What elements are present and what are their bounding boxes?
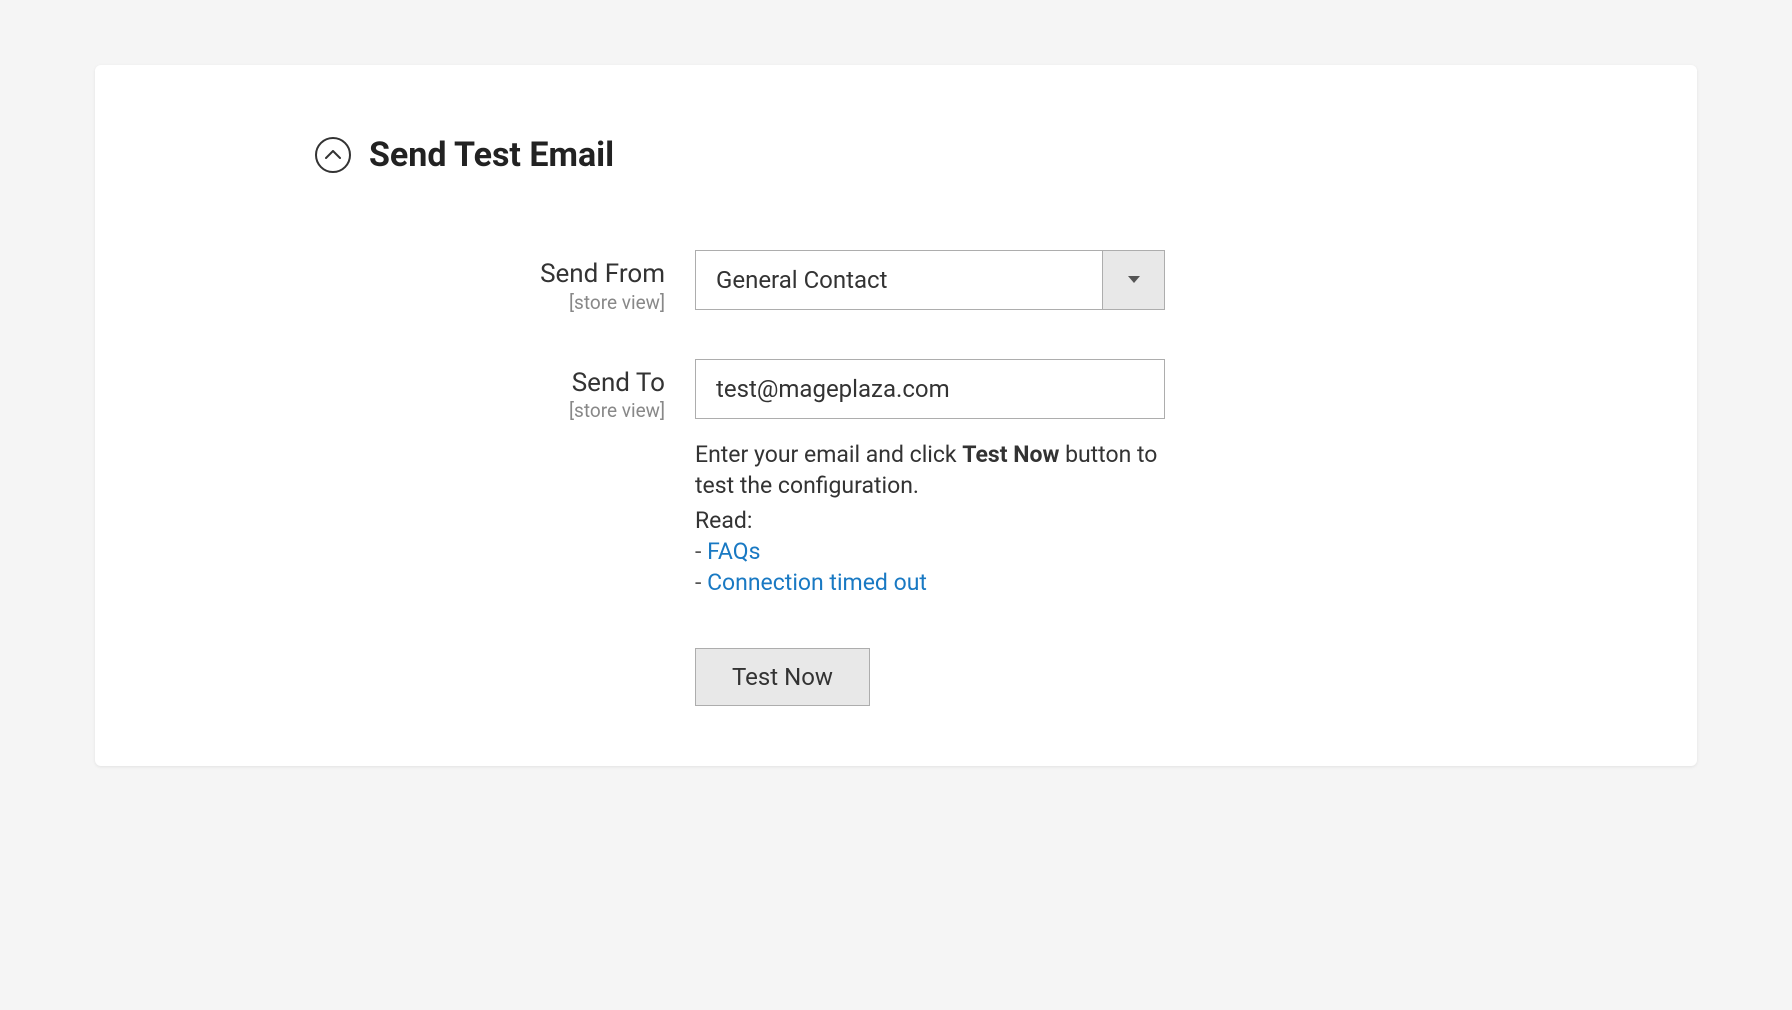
- helper-faqs-line: - FAQs: [695, 536, 1165, 567]
- collapse-icon[interactable]: [315, 137, 351, 173]
- send-from-input-col: General Contact: [695, 250, 1165, 310]
- send-to-scope: [store view]: [315, 399, 665, 422]
- helper-pre: Enter your email and click: [695, 441, 962, 468]
- send-to-label: Send To: [315, 369, 665, 398]
- send-from-label-col: Send From [store view]: [315, 250, 695, 314]
- connection-timed-out-link[interactable]: Connection timed out: [707, 569, 927, 596]
- helper-links: Read: - FAQs - Connection timed out: [695, 505, 1165, 598]
- send-to-row: Send To [store view] Enter your email an…: [315, 359, 1637, 598]
- send-from-value: General Contact: [696, 251, 1102, 309]
- helper-dash-1: -: [695, 538, 707, 565]
- send-to-label-col: Send To [store view]: [315, 359, 695, 423]
- button-row: Test Now: [315, 648, 1637, 706]
- send-from-select[interactable]: General Contact: [695, 250, 1165, 310]
- section-header[interactable]: Send Test Email: [315, 135, 1637, 175]
- button-col: Test Now: [695, 648, 870, 706]
- send-to-input[interactable]: [695, 359, 1165, 419]
- settings-panel: Send Test Email Send From [store view] G…: [95, 65, 1697, 766]
- faqs-link[interactable]: FAQs: [707, 538, 760, 565]
- section-title: Send Test Email: [369, 135, 614, 175]
- helper-bold: Test Now: [962, 441, 1059, 468]
- send-to-helper: Enter your email and click Test Now butt…: [695, 439, 1165, 501]
- send-from-row: Send From [store view] General Contact: [315, 250, 1637, 314]
- test-now-button[interactable]: Test Now: [695, 648, 870, 706]
- helper-dash-2: -: [695, 569, 707, 596]
- send-to-input-col: Enter your email and click Test Now butt…: [695, 359, 1165, 598]
- helper-read-label: Read:: [695, 505, 1165, 536]
- send-from-label: Send From: [315, 260, 665, 289]
- send-from-scope: [store view]: [315, 291, 665, 314]
- chevron-down-icon[interactable]: [1102, 251, 1164, 309]
- helper-timeout-line: - Connection timed out: [695, 567, 1165, 598]
